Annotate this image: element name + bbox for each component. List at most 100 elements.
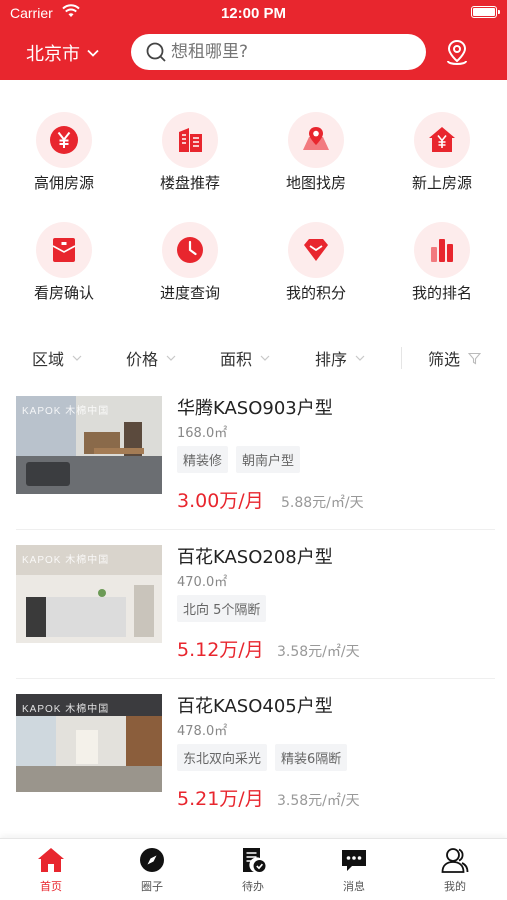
filter-label: 筛选: [428, 350, 461, 369]
menu-icon-bg: [162, 222, 218, 278]
listing-photo-brand: KAPOK 木棉中国: [22, 406, 110, 417]
listing-tags: 北向 5个隔断: [177, 595, 267, 622]
menu-icon-bg: [162, 112, 218, 168]
listing-tag: 精装6隔断: [275, 744, 348, 771]
listing-card[interactable]: KAPOK 木棉中国 百花KASO405户型 478.0㎡ 东北双向采光 精装6…: [0, 680, 507, 828]
app-header: Carrier 12:00 PM 北京市: [0, 0, 507, 80]
compass-icon: [140, 848, 164, 872]
menu-item-my-ranking[interactable]: 我的排名: [387, 222, 497, 303]
status-time: 12:00 PM: [220, 5, 287, 22]
menu-icon-bg: [288, 222, 344, 278]
menu-label: 我的排名: [411, 284, 472, 302]
menu-label: 进度查询: [159, 284, 220, 302]
battery-icon: [471, 6, 500, 18]
listing-price: 5.21万/月: [177, 788, 264, 810]
listing-title: 华腾KASO903户型: [177, 398, 333, 419]
message-icon: [342, 850, 366, 871]
listing-photo: KAPOK 木棉中国: [16, 545, 162, 643]
filter-sort[interactable]: 排序: [315, 346, 365, 370]
menu-label: 高佣房源: [33, 174, 94, 192]
menu-item-high-commission[interactable]: 高佣房源: [9, 112, 119, 193]
chevron-down-icon: [72, 355, 82, 361]
listing-photo-brand: KAPOK 木棉中国: [22, 555, 110, 566]
listing-title: 百花KASO405户型: [177, 696, 333, 717]
listing-title: 百花KASO208户型: [177, 547, 333, 568]
menu-label: 新上房源: [411, 174, 472, 192]
listing-price: 5.12万/月: [177, 639, 264, 661]
menu-label: 楼盘推荐: [159, 174, 220, 192]
clock-icon: [177, 237, 203, 263]
city-selector[interactable]: 北京市: [26, 40, 100, 66]
listing-area: 470.0㎡: [177, 575, 228, 590]
tab-label: 首页: [40, 880, 62, 893]
listing-unit-price: 3.58元/㎡/天: [277, 644, 360, 660]
menu-label: 看房确认: [33, 284, 94, 302]
funnel-icon: [468, 352, 482, 364]
menu-icon-bg: [36, 222, 92, 278]
listing-photo-brand: KAPOK 木棉中国: [22, 704, 110, 715]
filter-label: 排序: [315, 350, 348, 369]
listing-divider: [16, 678, 495, 679]
listing-unit-price: 5.88元/㎡/天: [281, 495, 364, 511]
listing-tag: 北向 5个隔断: [177, 595, 267, 622]
menu-label: 地图找房: [285, 174, 346, 192]
menu-label: 我的积分: [285, 284, 346, 302]
listing-photo: KAPOK 木棉中国: [16, 396, 162, 494]
menu-icon-bg: [36, 112, 92, 168]
filter-label: 面积: [220, 350, 253, 369]
menu-icon-bg: [288, 112, 344, 168]
chevron-down-icon: [260, 355, 270, 361]
listing-tags: 精装修 朝南户型: [177, 446, 301, 473]
user-icon: [441, 848, 469, 873]
listing-tags: 东北双向采光 精装6隔断: [177, 744, 348, 771]
search-icon: [146, 42, 166, 62]
listing-photo: KAPOK 木棉中国: [16, 694, 162, 792]
filter-more[interactable]: 筛选: [428, 346, 482, 370]
menu-icon-bg: [414, 222, 470, 278]
chevron-down-icon: [87, 49, 99, 57]
listing-divider: [16, 529, 495, 530]
tab-home[interactable]: 首页: [21, 845, 81, 894]
filter-price[interactable]: 价格: [126, 346, 176, 370]
filter-label: 区域: [32, 350, 65, 369]
menu-item-building-recommend[interactable]: 楼盘推荐: [135, 112, 245, 193]
tab-label: 消息: [343, 880, 365, 893]
building-icon: [179, 128, 202, 152]
listing-card[interactable]: KAPOK 木棉中国 华腾KASO903户型 168.0㎡ 精装修 朝南户型 3…: [0, 382, 507, 530]
tab-messages[interactable]: 消息: [324, 845, 384, 894]
tab-profile[interactable]: 我的: [425, 845, 485, 894]
listing-area: 168.0㎡: [177, 426, 228, 441]
diamond-icon: [304, 239, 328, 261]
yen-coin-icon: [50, 126, 78, 154]
bottom-tab-bar: 首页 圈子 待办 消息 我的: [0, 838, 507, 900]
listing-price: 3.00万/月: [177, 490, 264, 512]
new-house-icon: [429, 127, 455, 152]
tab-todo[interactable]: 待办: [223, 845, 283, 894]
confirm-envelope-icon: [52, 238, 76, 262]
menu-icon-bg: [414, 112, 470, 168]
menu-item-progress-query[interactable]: 进度查询: [135, 222, 245, 303]
menu-item-new-listings[interactable]: 新上房源: [387, 112, 497, 193]
filter-divider: [401, 347, 402, 369]
listing-card[interactable]: KAPOK 木棉中国 百花KASO208户型 470.0㎡ 北向 5个隔断 5.…: [0, 531, 507, 679]
tab-label: 圈子: [141, 880, 163, 893]
location-pin-icon[interactable]: [442, 38, 472, 68]
search-input[interactable]: [171, 42, 411, 62]
search-bar[interactable]: [131, 34, 426, 70]
tab-label: 待办: [242, 880, 264, 893]
menu-item-my-points[interactable]: 我的积分: [261, 222, 371, 303]
menu-item-viewing-confirm[interactable]: 看房确认: [9, 222, 119, 303]
tab-circle[interactable]: 圈子: [122, 845, 182, 894]
status-bar: Carrier 12:00 PM: [0, 0, 507, 28]
filter-label: 价格: [126, 350, 159, 369]
listing-tag: 精装修: [177, 446, 229, 473]
listing-area: 478.0㎡: [177, 724, 228, 739]
filter-area[interactable]: 区域: [32, 346, 82, 370]
filter-bar: 区域 价格 面积 排序 筛选: [0, 335, 507, 381]
filter-size[interactable]: 面积: [220, 346, 270, 370]
menu-item-map-search[interactable]: 地图找房: [261, 112, 371, 193]
map-pin-icon: [303, 127, 329, 150]
bar-chart-icon: [431, 239, 453, 262]
listing-tag: 朝南户型: [236, 446, 301, 473]
todo-icon: [243, 848, 266, 872]
